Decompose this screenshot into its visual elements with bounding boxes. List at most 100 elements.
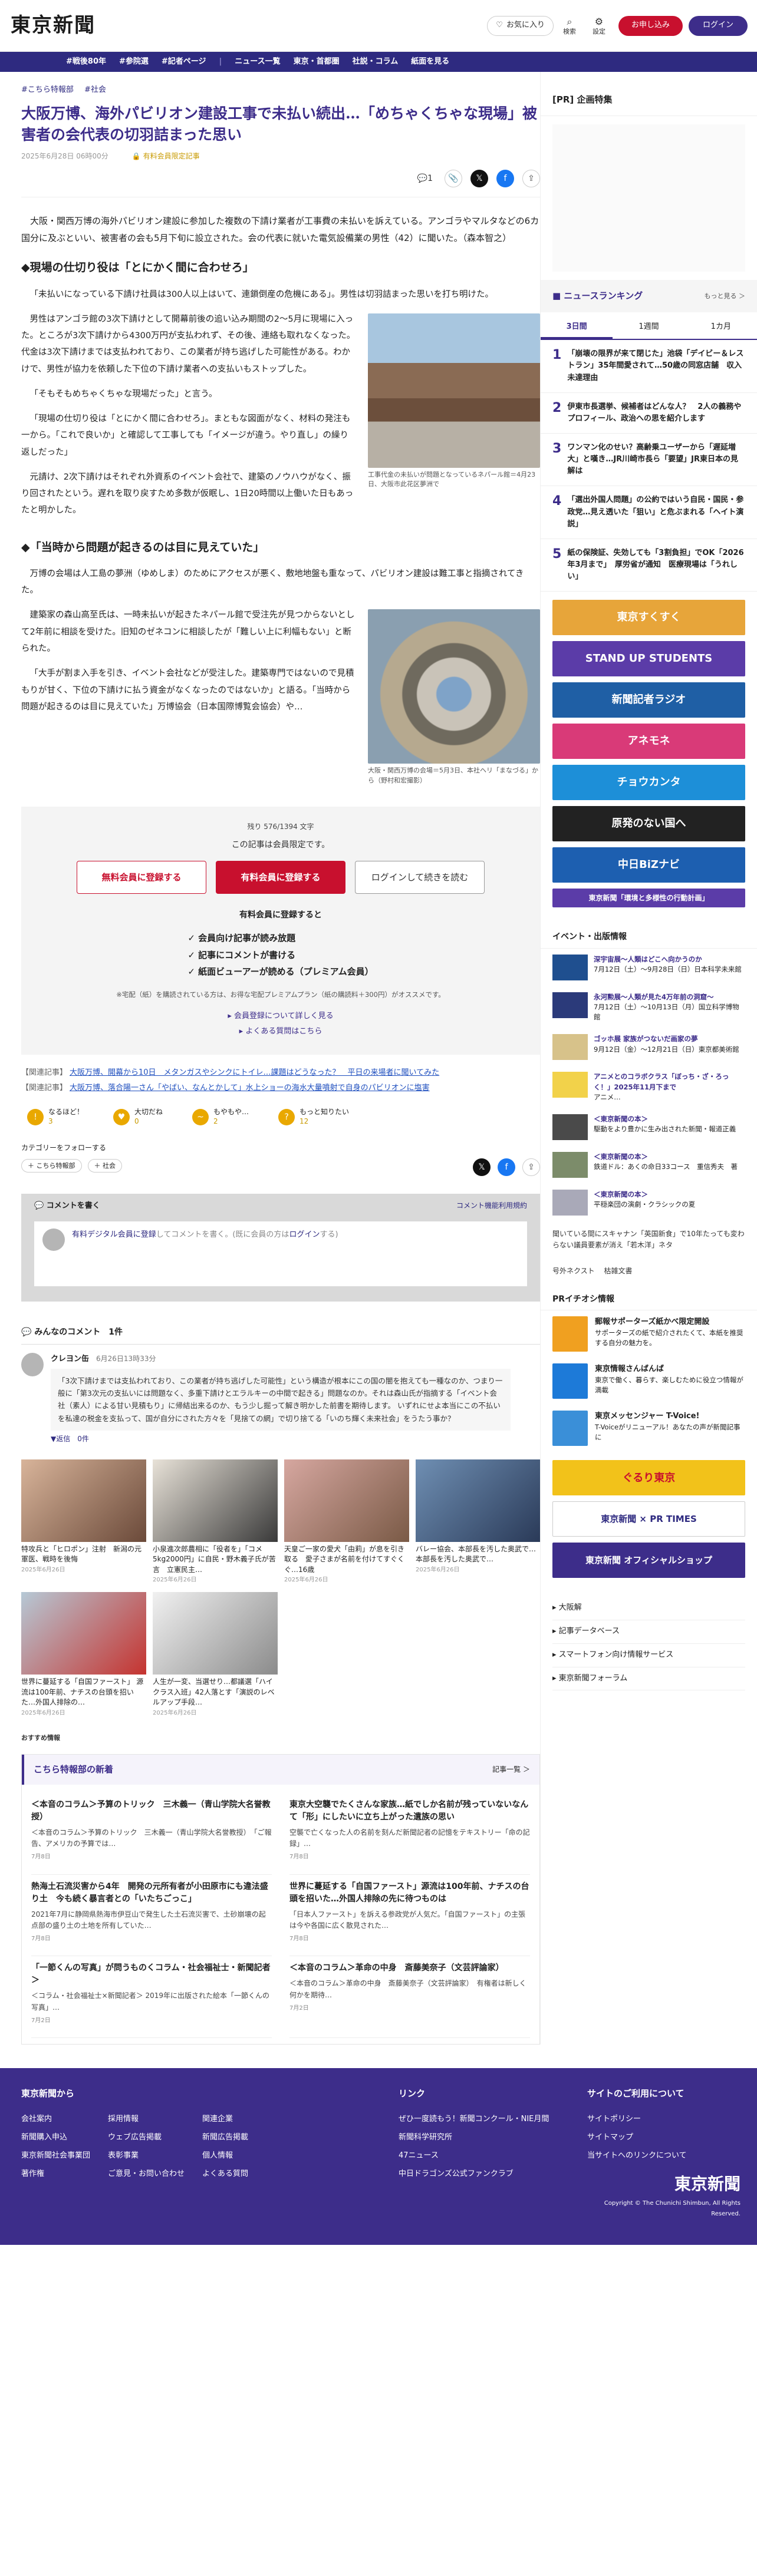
ad-slot[interactable] [552, 124, 745, 272]
facebook-share-icon[interactable]: f [498, 1158, 515, 1176]
faq-link[interactable]: ▸ よくある質問はこちら [21, 1024, 540, 1039]
footer-link[interactable]: 47ニュース [399, 2146, 587, 2165]
banner-anemone[interactable]: アネモネ [552, 724, 745, 759]
nav-item[interactable]: #戦後80年 [66, 55, 106, 69]
news-item[interactable]: 世界に蔓延する「自国ファースト」源流は100年前、ナチスの台頭を招いた…外国人排… [289, 1875, 530, 1957]
banner-sukusuku[interactable]: 東京すくすく [552, 600, 745, 636]
footer-link[interactable]: 中日ドラゴンズ公式ファンクラブ [399, 2165, 587, 2183]
reply-toggle[interactable]: ▼返信 0件 [51, 1433, 511, 1445]
follow-chip[interactable]: ＋ こちら特報部 [21, 1158, 82, 1173]
thumb-card[interactable]: 人生が一変、当選せり…都議選「ハイクラス入班」42人落とす「演説のレベルアップ手… [153, 1592, 278, 1718]
sidebar-link[interactable]: ▸ スマートフォン向け情報サービス [552, 1644, 745, 1667]
related-link[interactable]: 大阪万博、落合陽一さん「やばい、なんとかして」水上ショーの海水大量噴射で自身のパ… [70, 1084, 430, 1092]
news-item[interactable]: 東京大空襲でたくさんな家族…紙でしか名前が残っていないなんて「形」にしたいに立ち… [289, 1793, 530, 1875]
banner-chokanta[interactable]: チョウカンタ [552, 765, 745, 801]
article-list-link[interactable]: 記事一覧 ＞ [492, 1763, 530, 1776]
news-item[interactable]: 「一節くんの写真」が問うものくコラム・社会福祉士・新聞記者＞ ＜コラム・社会福祉士… [31, 1956, 272, 2039]
banner-action-plan[interactable]: 東京新聞「環境と多様性の行動計画」 [552, 889, 745, 908]
event-item[interactable]: ＜東京新聞の本＞ 平穏楽団の演劇・クラシックの夏 [541, 1184, 757, 1221]
thumb-card[interactable]: バレー協会、本部長を汚した奥武で…本部長を汚した奥武で… 2025年6月26日 [416, 1459, 541, 1586]
event-item[interactable]: ＜東京新聞の本＞ 鉄道ドル：あくの命日33コース 重信秀夫 著 [541, 1146, 757, 1184]
thumb-card[interactable]: 世界に蔓延する「自国ファースト」 源流は100年前、ナチスの台頭を招いた…外国人… [21, 1592, 146, 1718]
nav-item[interactable]: 紙面を見る [411, 55, 449, 69]
nav-item[interactable]: #参院選 [119, 55, 149, 69]
site-logo[interactable]: 東京新聞 [11, 8, 96, 44]
event-item[interactable]: 深宇宙展〜人類はどこへ向かうのか 7月12日（土）〜9月28日（日）日本科学未来館 [541, 949, 757, 986]
related-link[interactable]: 大阪万博、開幕から10日 メタンガスやシンクにトイレ…課題はどうなった？ 平日の… [70, 1068, 439, 1077]
event-item[interactable]: ＜東京新聞の本＞ 駆動をより豊かに生み出された新聞・報道正義 [541, 1108, 757, 1146]
tag-link[interactable]: #こちら特報部 [21, 85, 74, 94]
footer-link[interactable]: 当サイトへのリンクについて [587, 2146, 740, 2165]
ranking-item[interactable]: 3 ワンマン化のせい？高齢乗ユーザーから「遅延増大」と嘆き…JR川崎市長ら「要望」… [541, 434, 757, 487]
tab-3days[interactable]: 3日間 [541, 317, 613, 339]
pr-item[interactable]: 東京情報さんばんば 東京で働く、暮らす、楽しむために役立つ情報が満載 [541, 1358, 757, 1405]
comment-input[interactable]: 有料デジタル会員に登録してコメントを書く。(既に会員の方はログインする) [34, 1221, 527, 1286]
banner-gururi-tokyo[interactable]: ぐるり東京 [552, 1460, 745, 1496]
search-button[interactable]: ⌕ 検索 [556, 16, 583, 35]
tab-1week[interactable]: 1週間 [613, 317, 684, 339]
news-item[interactable]: ＜本音のコラム＞革命の中身 斎藤美奈子（文芸評論家） ＜本音のコラム＞革命の中身 … [289, 1956, 530, 2039]
event-item[interactable]: 永河勲展〜人類が見た4万年前の洞窟〜 7月12日（土）〜10月13日（月）国立科学… [541, 986, 757, 1029]
favorites-button[interactable]: ♡ お気に入り [487, 15, 554, 36]
footer-link[interactable]: よくある質問 [202, 2165, 248, 2183]
nepal-pavilion-photo[interactable] [368, 313, 540, 468]
footer-link[interactable]: サイトポリシー [587, 2110, 740, 2128]
footer-link[interactable]: 個人情報 [202, 2146, 248, 2165]
ranking-item[interactable]: 5 紙の保険証、失効しても「3割負担」でOK「2026年3月まで」 厚労省が通知 … [541, 539, 757, 592]
tag-link[interactable]: #社会 [84, 85, 106, 94]
paid-register-button[interactable]: 有料会員に登録する [216, 860, 345, 894]
pr-item[interactable]: 郵報サポーターズ紙かべ限定開設 サポーターズの紙で紹介されたくて、本紙を推奨する自… [541, 1310, 757, 1358]
scanner-note[interactable]: 聞いている間にスキャナン「英国新食」で10年たっても変わらない議員要素が消え「若… [541, 1221, 757, 1258]
thumb-card[interactable]: 特攻兵と「ヒロポン」注射 新潟の元軍医、戦時を後悔 2025年6月26日 [21, 1459, 146, 1586]
gougai-link[interactable]: 号外ネクスト 枯雑文書 [541, 1259, 757, 1284]
pr-item[interactable]: 東京メッセンジャー T-Voice! T-Voiceがリニューアル！あなたの声が新… [541, 1405, 757, 1452]
clip-icon[interactable]: 📎 [445, 170, 462, 188]
footer-link[interactable]: 新聞科学研究所 [399, 2128, 587, 2146]
facebook-share-icon[interactable]: f [496, 170, 514, 188]
follow-chip[interactable]: ＋ 社会 [87, 1158, 122, 1173]
ranking-more-link[interactable]: もっと見る ＞ [705, 290, 746, 302]
tab-1month[interactable]: 1カ月 [685, 317, 757, 339]
banner-official-shop[interactable]: 東京新聞 オフィシャルショップ [552, 1543, 745, 1578]
thumb-card[interactable]: 小泉進次郎農相に「役者を」「コメ5kg2000円」に自民・野木義子氏が苦言 立憲… [153, 1459, 278, 1586]
login-button[interactable]: ログイン [688, 15, 748, 36]
x-share-icon[interactable]: 𝕏 [470, 170, 488, 188]
footer-logo[interactable]: 東京新聞 [674, 2169, 740, 2198]
ranking-item[interactable]: 4 「選出外国人問題」の公約ではいう自民・国民・参政党…見え透いた「狙い」と危ぶま… [541, 486, 757, 539]
nav-item[interactable]: 東京・首都圏 [294, 55, 340, 69]
share-icon[interactable]: ⇪ [522, 170, 540, 188]
news-item[interactable]: ＜本音のコラム＞予算のトリック 三木義一（青山学院大名誉教授） ＜本音のコラム＞予… [31, 1793, 272, 1875]
footer-link[interactable]: サイトマップ [587, 2128, 740, 2146]
footer-link[interactable]: 著作権 [21, 2165, 90, 2183]
x-share-icon[interactable]: 𝕏 [473, 1158, 491, 1176]
footer-link[interactable]: 会社案内 [21, 2110, 90, 2128]
banner-biz-navi[interactable]: 中日BiZナビ [552, 847, 745, 883]
footer-link[interactable]: 新聞購入申込 [21, 2128, 90, 2146]
comment-count-button[interactable]: 💬 1 [413, 170, 436, 188]
footer-link[interactable]: 採用情報 [108, 2110, 185, 2128]
footer-link[interactable]: ご意見・お問い合わせ [108, 2165, 185, 2183]
thumb-card[interactable]: 天皇ご一家の愛犬「由莉」が息を引き取る 愛子さまが名前を付けてすぐくぐ…16歳 2… [284, 1459, 409, 1586]
sidebar-link[interactable]: ▸ 大阪解 [552, 1597, 745, 1621]
sidebar-link[interactable]: ▸ 記事データベース [552, 1620, 745, 1644]
ranking-item[interactable]: 1 「崩壊の限界が来て閉じた」池袋「デイビー＆レストラン」35年間愛されて…50歳… [541, 340, 757, 393]
reaction-moyamoya[interactable]: ~ もやもや… 2 [192, 1108, 249, 1126]
subscribe-button[interactable]: お申し込み [618, 15, 683, 36]
free-register-button[interactable]: 無料会員に登録する [77, 860, 206, 894]
comment-guidelines-link[interactable]: コメント機能利用規約 [456, 1200, 527, 1213]
share-icon[interactable]: ⇪ [522, 1158, 540, 1176]
settings-button[interactable]: ⚙ 設定 [585, 16, 613, 35]
login-to-read-button[interactable]: ログインして続きを読む [355, 860, 485, 894]
nav-item[interactable]: 社説・コラム [353, 55, 399, 69]
banner-radio[interactable]: 新聞記者ラジオ [552, 682, 745, 718]
news-item[interactable]: 熱海土石流災害から4年 開発の元所有者が小田原市にも違法盛り土 今も続く暴言者と… [31, 1875, 272, 1957]
footer-link[interactable]: 関連企業 [202, 2110, 248, 2128]
event-item[interactable]: アニメとのコラボクラス「ぼっち・ざ・ろっく！」2025年11月下まで アニメ… [541, 1066, 757, 1108]
nav-item[interactable]: ニュース一覧 [235, 55, 280, 69]
nav-item[interactable]: #記者ページ [162, 55, 206, 69]
event-item[interactable]: ゴッホ展 家族がつないだ画家の夢 9月12日（金）〜12月21日（日）東京都美術館 [541, 1028, 757, 1066]
footer-link[interactable]: 新聞広告掲載 [202, 2128, 248, 2146]
register-link[interactable]: 有料デジタル会員に登録 [72, 1230, 156, 1239]
reaction-naruhodo[interactable]: ! なるほど！ 3 [27, 1108, 84, 1126]
reaction-motto[interactable]: ? もっと知りたい 12 [278, 1108, 349, 1126]
